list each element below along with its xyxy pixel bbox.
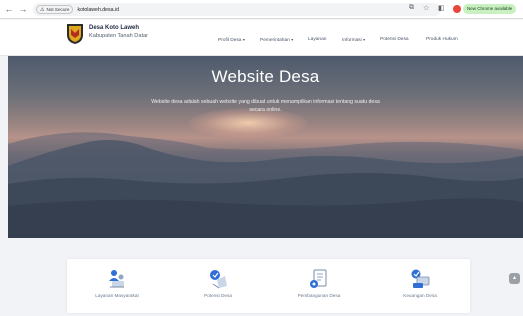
village-potential-icon bbox=[210, 270, 227, 289]
nav-pemerintahan[interactable]: Pemerintahan ▾ bbox=[260, 37, 293, 43]
back-button[interactable]: ← bbox=[4, 4, 14, 14]
warning-icon: ⚠ bbox=[40, 6, 45, 13]
site-name[interactable]: Desa Koto Laweh bbox=[89, 25, 139, 31]
nav-label: Produk Hukum bbox=[426, 37, 458, 42]
chevron-down-icon: ▾ bbox=[242, 37, 245, 42]
chevron-up-icon: ▴ bbox=[512, 275, 516, 281]
nav-potensi-desa[interactable]: Potensi Desa bbox=[380, 37, 409, 42]
hero-banner: Website Desa Website desa adalah sebuah … bbox=[8, 56, 523, 238]
chevron-down-icon: ▾ bbox=[291, 37, 294, 42]
forward-button[interactable]: → bbox=[18, 4, 28, 14]
feature-card-keuangan-desa[interactable]: Keuangan Desa bbox=[370, 259, 470, 313]
site-subtitle: Kabupaten Tanah Datar bbox=[89, 33, 148, 39]
browser-toolbar: ← → C ⚠ Not Secure kotolaweh.desa.id ⧉ ☆… bbox=[0, 0, 523, 19]
feature-label: Layanan Masyarakat bbox=[95, 293, 139, 298]
chevron-down-icon: ▾ bbox=[363, 37, 366, 42]
feature-cards: Layanan Masyarakat Potensi Desa Pembangu… bbox=[67, 259, 470, 313]
village-development-icon bbox=[310, 269, 327, 288]
nav-label: Layanan bbox=[308, 37, 327, 42]
feature-card-potensi-desa[interactable]: Potensi Desa bbox=[168, 259, 268, 313]
url-text[interactable]: kotolaweh.desa.id bbox=[77, 7, 119, 13]
nav-label: Pemerintahan bbox=[260, 38, 290, 43]
village-finance-icon bbox=[411, 269, 430, 288]
nav-informasi[interactable]: Informasi ▾ bbox=[342, 37, 365, 43]
nav-produk-hukum[interactable]: Produk Hukum bbox=[426, 37, 458, 42]
address-bar[interactable]: ⚠ Not Secure kotolaweh.desa.id bbox=[33, 3, 441, 16]
not-secure-label: Not Secure bbox=[46, 6, 70, 12]
nav-layanan[interactable]: Layanan bbox=[308, 37, 326, 42]
nav-label: Profil Desa bbox=[218, 38, 242, 43]
scroll-to-top-button[interactable]: ▴ bbox=[509, 273, 520, 284]
feature-label: Pembangunan Desa bbox=[297, 293, 341, 298]
feature-card-layanan-masyarakat[interactable]: Layanan Masyarakat bbox=[67, 259, 167, 313]
translate-icon[interactable]: ⧉ bbox=[409, 4, 414, 12]
feature-label: Potensi Desa bbox=[204, 293, 232, 298]
nav-label: Potensi Desa bbox=[380, 37, 409, 42]
feature-card-pembangunan-desa[interactable]: Pembangunan Desa bbox=[269, 259, 369, 313]
new-chrome-button[interactable]: New Chrome available bbox=[463, 4, 517, 14]
feature-label: Keuangan Desa bbox=[403, 293, 437, 298]
village-logo[interactable] bbox=[66, 23, 84, 45]
profile-avatar[interactable] bbox=[453, 5, 461, 13]
community-service-icon bbox=[109, 270, 124, 288]
nav-label: Informasi bbox=[342, 38, 362, 43]
site-header: Desa Koto Laweh Kabupaten Tanah Datar Pr… bbox=[0, 20, 523, 56]
nav-profil-desa[interactable]: Profil Desa ▾ bbox=[218, 37, 245, 43]
not-secure-badge[interactable]: ⚠ Not Secure bbox=[36, 5, 74, 14]
sidepanel-icon[interactable]: ◧ bbox=[438, 4, 445, 12]
hero-title: Website Desa bbox=[211, 67, 320, 86]
bookmark-star-icon[interactable]: ☆ bbox=[423, 4, 429, 12]
hero-description: Website desa adalah sebuah website yang … bbox=[151, 99, 380, 113]
